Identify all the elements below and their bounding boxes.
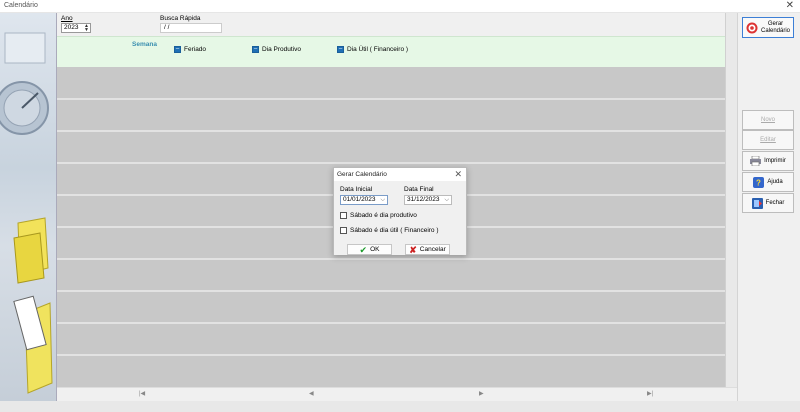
grid-row-divider bbox=[57, 290, 725, 292]
grid-row-divider bbox=[57, 130, 725, 132]
dialog-close-button[interactable]: ✕ bbox=[454, 169, 462, 180]
generate-calendar-dialog: Gerar Calendário ✕ Data Inicial 01/01/20… bbox=[333, 167, 467, 255]
quick-search-label: Busca Rápida bbox=[160, 15, 201, 22]
checkbox-icon[interactable] bbox=[340, 212, 347, 219]
end-date-value: 31/12/2023 bbox=[407, 196, 440, 203]
first-record-button[interactable]: |◀ bbox=[139, 390, 145, 397]
prev-record-button[interactable]: ◀ bbox=[309, 390, 314, 397]
grid-row-divider bbox=[57, 98, 725, 100]
end-date-label: Data Final bbox=[404, 186, 434, 193]
start-date-picker[interactable]: 01/01/2023 ⌵ bbox=[340, 195, 388, 205]
chevron-down-icon[interactable]: ⌵ bbox=[444, 196, 449, 204]
dialog-title: Gerar Calendário bbox=[337, 171, 387, 178]
filter-bar bbox=[57, 13, 725, 36]
target-icon bbox=[746, 22, 758, 33]
ok-label: OK bbox=[370, 246, 380, 253]
legend-dia-util: – Dia Útil ( Financeiro ) bbox=[337, 46, 408, 53]
quick-search-input[interactable]: / / bbox=[160, 23, 222, 33]
record-navigator: |◀ ◀ ▶ ▶| bbox=[57, 387, 737, 401]
grid-row-divider bbox=[57, 354, 725, 356]
vertical-scrollbar[interactable] bbox=[725, 13, 737, 387]
close-button[interactable]: Fechar bbox=[742, 193, 794, 213]
new-button[interactable]: Novo bbox=[742, 110, 794, 130]
next-record-button[interactable]: ▶ bbox=[479, 390, 484, 397]
checkbox-icon[interactable] bbox=[340, 227, 347, 234]
close-label: Fechar bbox=[765, 200, 785, 206]
end-date-picker[interactable]: 31/12/2023 ⌵ bbox=[404, 195, 452, 205]
year-value: 2023 bbox=[64, 24, 79, 31]
legend-dia-produtivo-label: Dia Produtivo bbox=[262, 46, 302, 53]
print-label: Imprimir bbox=[764, 158, 786, 164]
window-close-button[interactable]: ✕ bbox=[786, 0, 794, 12]
edit-button[interactable]: Editar bbox=[742, 130, 794, 150]
grid-row-divider bbox=[57, 258, 725, 260]
legend-dia-util-label: Dia Útil ( Financeiro ) bbox=[347, 46, 409, 53]
saturday-productive-checkbox[interactable]: Sábado é dia produtivo bbox=[340, 212, 417, 219]
legend-feriado-label: Feriado bbox=[184, 46, 207, 53]
legend-dia-produtivo: – Dia Produtivo bbox=[252, 46, 301, 53]
minus-checkbox-icon: – bbox=[174, 46, 181, 53]
generate-calendar-button[interactable]: Gerar Calendário bbox=[742, 17, 794, 38]
exit-icon bbox=[751, 197, 763, 209]
minus-checkbox-icon: – bbox=[252, 46, 259, 53]
year-label: Ano bbox=[61, 15, 73, 22]
calendar-illustration bbox=[0, 32, 53, 394]
start-date-value: 01/01/2023 bbox=[343, 196, 376, 203]
window-title: Calendário bbox=[4, 2, 38, 9]
last-record-button[interactable]: ▶| bbox=[647, 390, 653, 397]
help-label: Ajuda bbox=[767, 179, 783, 185]
year-spinbox[interactable]: 2023 ▲ ▼ bbox=[61, 23, 91, 33]
saturday-business-label: Sábado é dia útil ( Financeiro ) bbox=[350, 227, 439, 234]
printer-icon bbox=[750, 156, 762, 166]
chevron-down-icon[interactable]: ⌵ bbox=[380, 196, 385, 204]
ok-button[interactable]: ✔ OK bbox=[347, 244, 392, 255]
grid-row-divider bbox=[57, 322, 725, 324]
legend-title: Semana bbox=[132, 41, 157, 48]
window-titlebar: Calendário ✕ bbox=[0, 0, 800, 13]
legend-feriado: – Feriado bbox=[174, 46, 206, 53]
minus-checkbox-icon: – bbox=[337, 46, 344, 53]
print-button[interactable]: Imprimir bbox=[742, 151, 794, 171]
status-strip bbox=[0, 401, 800, 412]
svg-text:?: ? bbox=[756, 178, 761, 187]
help-button[interactable]: ? Ajuda bbox=[742, 172, 794, 192]
start-date-label: Data Inicial bbox=[340, 186, 373, 193]
saturday-business-checkbox[interactable]: Sábado é dia útil ( Financeiro ) bbox=[340, 227, 439, 234]
grid-row-divider bbox=[57, 162, 725, 164]
spin-arrows-icon[interactable]: ▲ ▼ bbox=[84, 24, 89, 33]
dialog-titlebar: Gerar Calendário ✕ bbox=[334, 168, 466, 181]
cancel-button[interactable]: ✘ Cancelar bbox=[405, 244, 450, 255]
decorative-side-image bbox=[0, 13, 57, 401]
legend-row: Semana – Feriado – Dia Produtivo – Dia Ú… bbox=[57, 36, 725, 67]
checkmark-icon: ✔ bbox=[359, 244, 368, 255]
cancel-x-icon: ✘ bbox=[409, 244, 417, 255]
generate-calendar-label: Gerar Calendário bbox=[760, 20, 791, 34]
cancel-label: Cancelar bbox=[419, 246, 446, 253]
saturday-productive-label: Sábado é dia produtivo bbox=[350, 212, 417, 219]
help-icon: ? bbox=[753, 176, 765, 188]
